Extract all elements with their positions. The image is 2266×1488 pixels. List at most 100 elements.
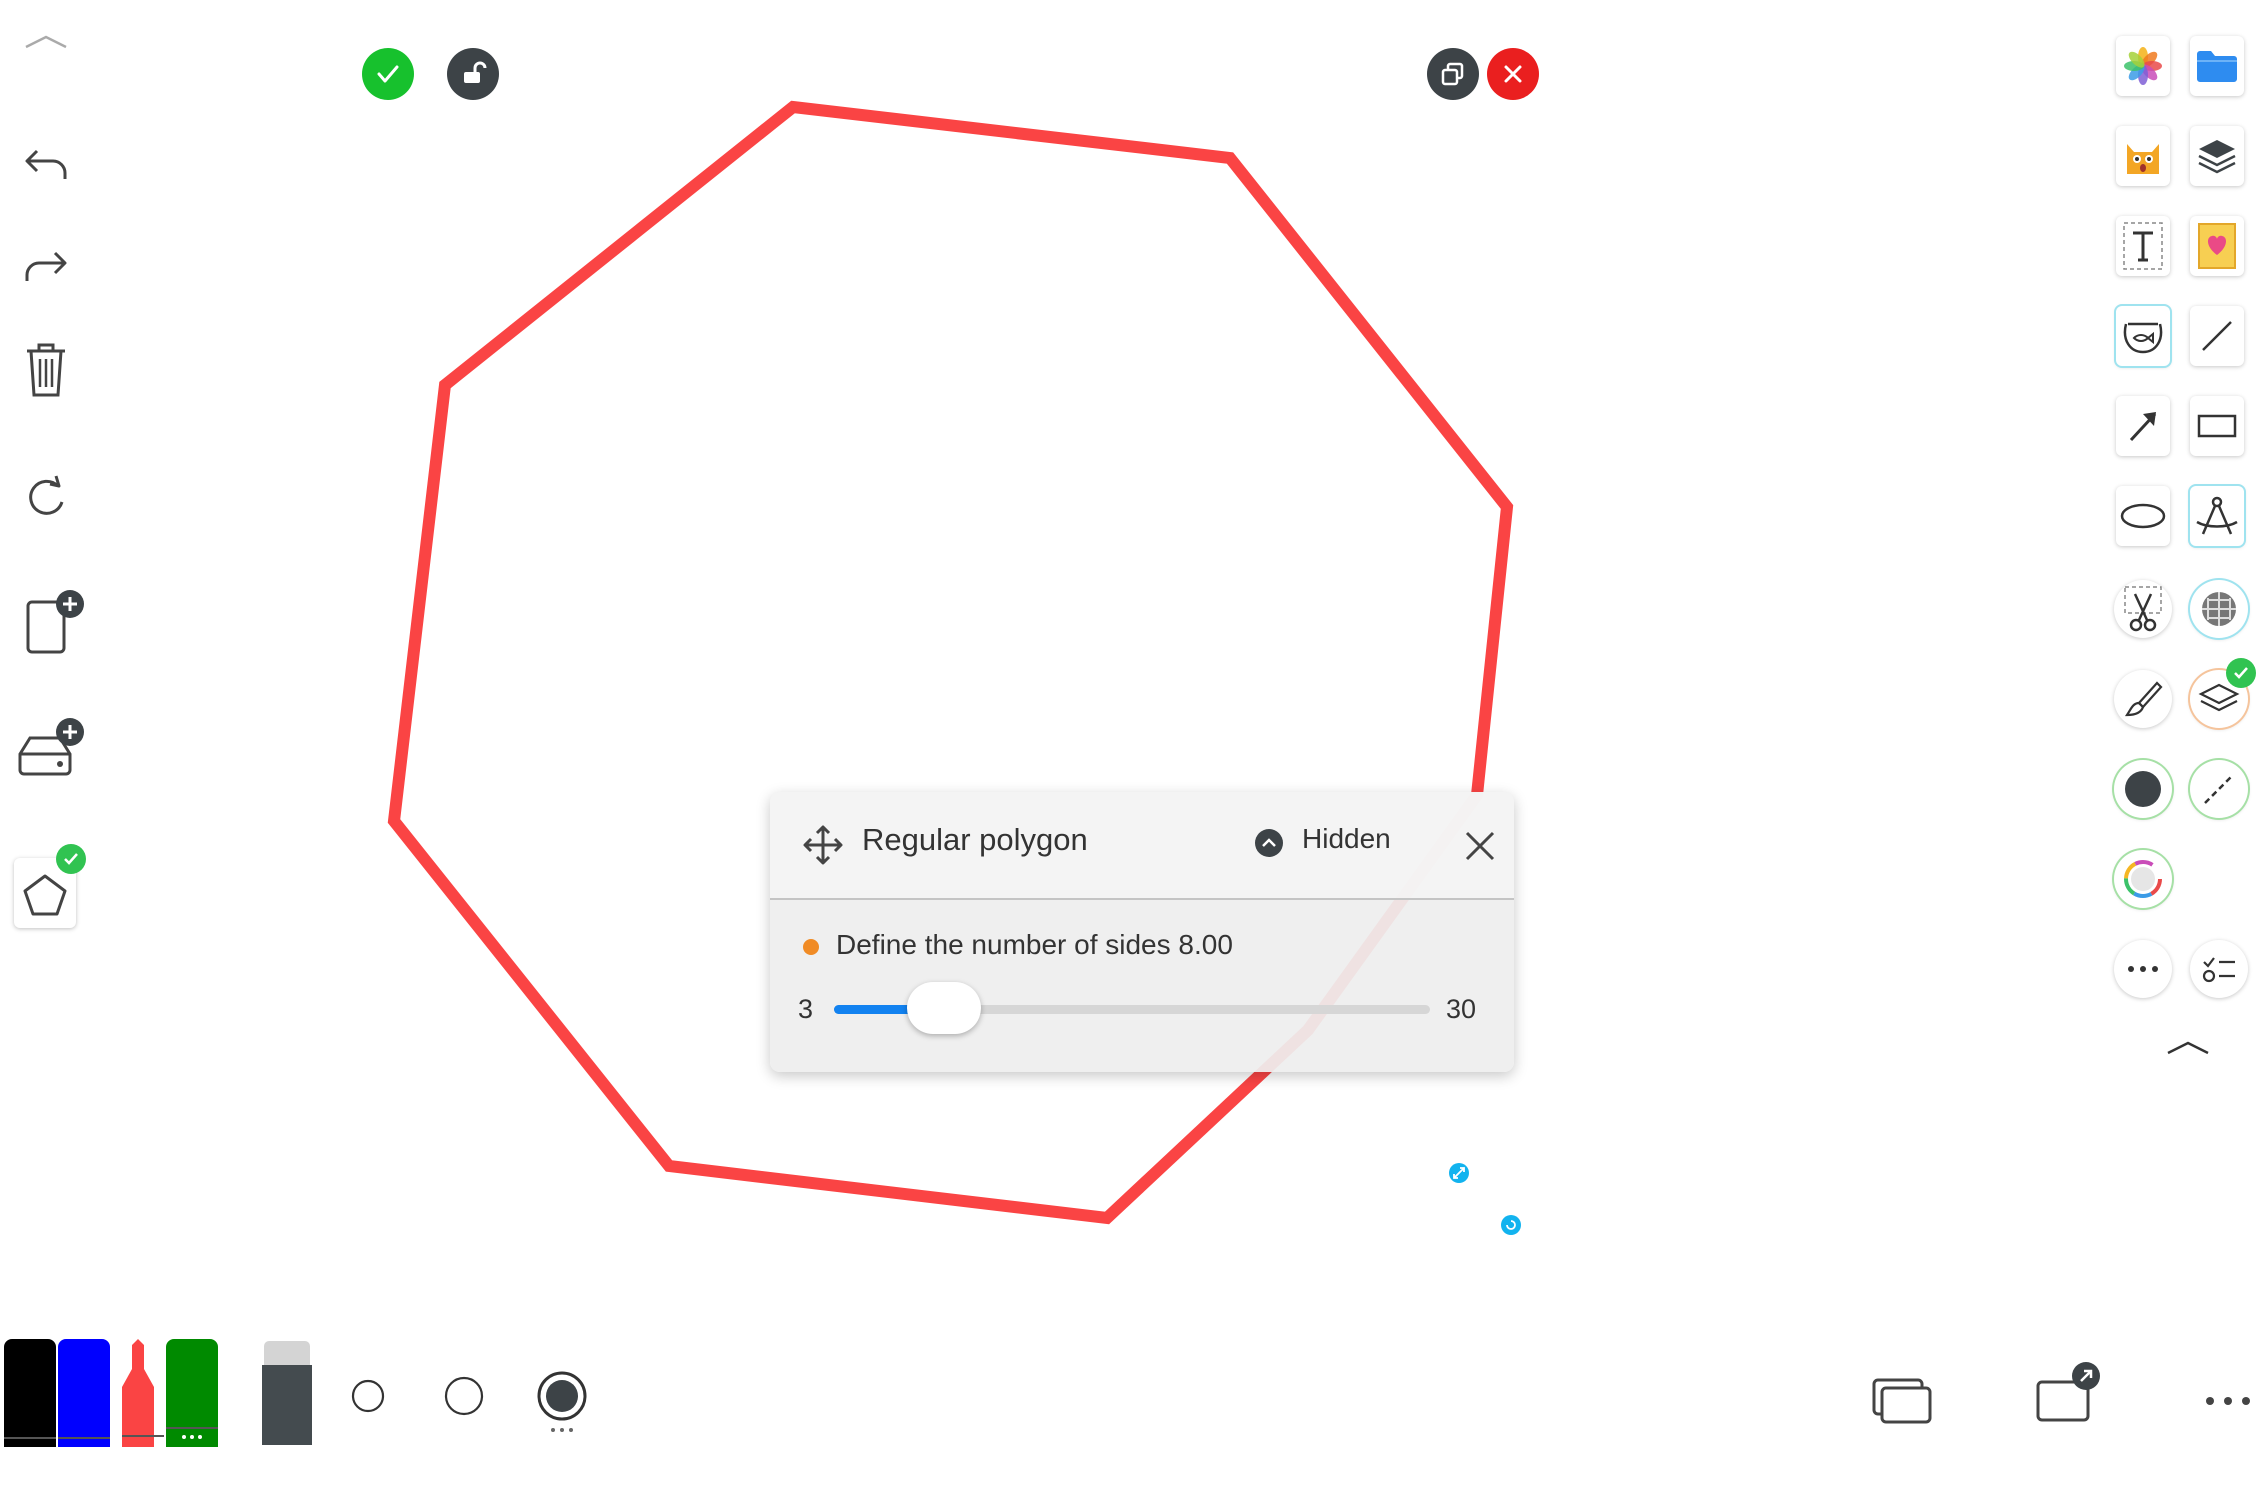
scissors-icon (2124, 586, 2162, 632)
sticker-cat-button[interactable] (2116, 126, 2170, 186)
fishbowl-button[interactable] (2116, 306, 2170, 366)
collapse-icon (25, 35, 67, 49)
hidden-label: Hidden (1302, 823, 1391, 854)
size-medium-button[interactable] (442, 1374, 486, 1418)
pen-band (166, 1427, 218, 1429)
sides-label: Define the number of sides 8.00 (836, 929, 1233, 960)
expand-icon (2167, 1041, 2209, 1055)
move-icon (803, 825, 843, 865)
grid-globe-button[interactable] (2190, 580, 2248, 638)
active-badge (2226, 658, 2256, 688)
size-medium-icon (444, 1376, 484, 1416)
redo-icon (25, 251, 67, 281)
trash-button[interactable] (16, 338, 76, 402)
dialog-close-button[interactable] (1460, 826, 1500, 866)
arrow-tool-button[interactable] (2116, 396, 2170, 456)
size-small-button[interactable] (348, 1376, 388, 1416)
brush-tool-button[interactable] (2114, 670, 2172, 728)
pen-green[interactable] (166, 1339, 218, 1447)
polygon-tool-button[interactable] (14, 844, 86, 928)
undo-button[interactable] (16, 136, 76, 196)
dashed-line-button[interactable] (2190, 760, 2248, 818)
cat-sticker-icon (2127, 144, 2159, 174)
pentagon-icon (23, 874, 67, 916)
move-handle[interactable] (800, 822, 846, 868)
add-page-button[interactable] (20, 586, 92, 660)
add-page-icon (26, 590, 84, 654)
size-large-icon (537, 1371, 587, 1432)
add-storage-button[interactable] (14, 714, 90, 782)
hidden-toggle[interactable]: Hidden (1254, 818, 1414, 868)
chevron-up-icon (1255, 829, 1283, 857)
redo-button[interactable] (16, 238, 76, 298)
more-icon (182, 1435, 202, 1439)
list-button[interactable] (2190, 940, 2248, 998)
rotate-icon (29, 475, 64, 515)
selected-badge (56, 844, 86, 874)
pen-blue[interactable] (58, 1339, 110, 1447)
more-options-button[interactable] (2200, 1386, 2256, 1416)
fill-circle-icon (2125, 771, 2161, 807)
pen-black[interactable] (4, 1339, 56, 1447)
color-picker-button[interactable] (2114, 850, 2172, 908)
rotate-button[interactable] (16, 466, 76, 526)
slider-min-label: 3 (798, 994, 814, 1024)
fill-circle-button[interactable] (2114, 760, 2172, 818)
rectangle-icon (2197, 414, 2237, 438)
confirm-button[interactable] (362, 48, 414, 100)
sticker-card-button[interactable] (2190, 216, 2244, 276)
list-icon (2202, 957, 2235, 983)
rotate-handle[interactable] (1501, 1215, 1521, 1235)
eraser-tool[interactable] (262, 1341, 312, 1445)
unlock-icon (464, 61, 487, 83)
eraser-body (262, 1365, 312, 1445)
sides-slider-thumb[interactable] (907, 982, 982, 1034)
arrow-icon (2129, 412, 2157, 442)
dashed-line-icon (2204, 774, 2234, 804)
drawing-canvas[interactable] (0, 0, 2266, 1488)
line-tool-button[interactable] (2190, 306, 2244, 366)
add-storage-icon (18, 718, 84, 776)
dialog-title: Regular polygon (862, 822, 1088, 857)
layer-toggle-button[interactable] (2190, 658, 2256, 728)
text-icon (2123, 222, 2163, 270)
more-tools-button[interactable] (2114, 940, 2172, 998)
expand-toolbar-button[interactable] (2160, 1032, 2216, 1062)
folder-button[interactable] (2190, 36, 2244, 96)
pen-red[interactable] (112, 1339, 164, 1447)
dialog-header: Regular polygon Hidden (770, 792, 1514, 900)
size-large-button[interactable] (536, 1370, 588, 1434)
ellipse-tool-button[interactable] (2116, 486, 2170, 546)
duplicate-button[interactable] (1427, 48, 1479, 100)
pen-band (58, 1437, 110, 1439)
text-tool-button[interactable] (2116, 216, 2170, 276)
pages-button[interactable] (1870, 1370, 1934, 1430)
check-icon (377, 65, 399, 83)
resize-handle[interactable] (1449, 1163, 1469, 1183)
delete-shape-button[interactable] (1487, 48, 1539, 100)
photos-button[interactable] (2116, 36, 2170, 96)
compass-tool-button[interactable] (2190, 486, 2244, 546)
layers-button[interactable] (2190, 126, 2244, 186)
check-icon (64, 853, 78, 865)
lock-button[interactable] (447, 48, 499, 100)
close-icon (1504, 65, 1522, 83)
line-icon (2202, 321, 2232, 351)
regular-polygon-dialog: Regular polygon Hidden Define the number… (770, 792, 1514, 1072)
more-icon (2206, 1397, 2250, 1405)
folder-icon (2197, 51, 2237, 82)
pages-icon (1872, 1378, 1932, 1424)
share-button[interactable] (2032, 1360, 2102, 1430)
rectangle-tool-button[interactable] (2190, 396, 2244, 456)
compass-icon (2196, 496, 2238, 535)
pen-band (4, 1437, 56, 1439)
grid-globe-icon (2202, 592, 2236, 626)
slider-max-label: 30 (1446, 994, 1477, 1024)
collapse-button[interactable] (20, 26, 72, 56)
trash-icon (27, 343, 65, 397)
color-wheel-icon (2124, 860, 2162, 898)
layers-icon (2198, 140, 2236, 174)
fishbowl-icon (2123, 322, 2163, 354)
check-icon (2234, 667, 2248, 679)
cut-tool-button[interactable] (2114, 580, 2172, 638)
